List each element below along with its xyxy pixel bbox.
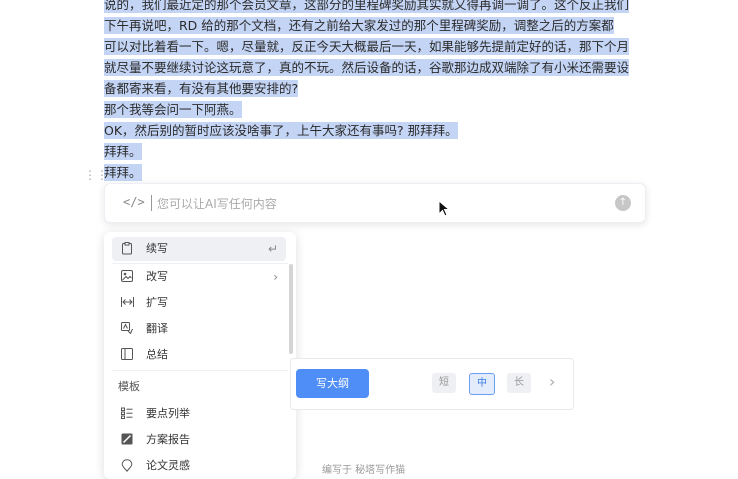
ai-prompt-bar: </> ↑ [104, 183, 646, 223]
menu-item-label: 改写 [146, 270, 168, 283]
ai-prompt-input[interactable] [155, 192, 599, 216]
chevron-right-icon: › [273, 270, 278, 284]
highlighted-text: 下午再说吧，RD 给的那个文档，还有之前给大家发过的那个里程碑奖励，调整之后的方… [104, 17, 614, 34]
text-caret [151, 195, 152, 211]
footer-credit: 编写于 秘塔写作猫 [322, 465, 406, 476]
doc-line[interactable]: 拜拜。 [104, 164, 142, 182]
menu-item-report[interactable]: 方案报告 [112, 428, 286, 452]
report-icon [120, 433, 134, 447]
menu-section-title: 模板 [118, 380, 140, 393]
doc-line[interactable]: OK，然后别的暂时应该没啥事了，上午大家还有事吗? 那拜拜。 [104, 122, 458, 140]
doc-line[interactable]: 下午再说吧，RD 给的那个文档，还有之前给大家发过的那个里程碑奖励，调整之后的方… [104, 17, 614, 35]
clipboard-icon [120, 242, 134, 256]
enter-icon: ↵ [267, 242, 278, 256]
menu-item-label: 方案报告 [146, 433, 190, 446]
highlighted-text: 拜拜。 [104, 164, 142, 181]
menu-item-label: 续写 [146, 242, 168, 255]
menu-divider [112, 263, 288, 264]
doc-line[interactable]: 说的，我们最近定的那个会员文章，这部分的里程碑奖励其实就又得再调一调了。这个反正… [104, 0, 630, 14]
menu-item-expand[interactable]: 扩写 [112, 291, 286, 315]
translate-icon [120, 322, 134, 336]
length-short-button[interactable]: 短 [432, 373, 456, 393]
menu-item-label: 翻译 [146, 322, 168, 335]
menu-scrollbar[interactable] [289, 264, 293, 354]
doc-line[interactable]: 那个我等会问一下阿燕。 [104, 101, 242, 119]
highlighted-text: 拜拜。 [104, 143, 142, 160]
menu-item-continue[interactable]: 续写 ↵ [112, 237, 286, 261]
length-medium-button[interactable]: 中 [469, 373, 495, 395]
send-icon[interactable]: ↑ [615, 195, 631, 211]
mouse-cursor-icon [438, 200, 451, 217]
length-long-button[interactable]: 长 [507, 373, 531, 393]
menu-divider [112, 370, 288, 371]
menu-item-label: 要点列举 [146, 407, 190, 420]
chevron-right-icon[interactable]: › [549, 372, 555, 391]
highlighted-text: OK，然后别的暂时应该没啥事了，上午大家还有事吗? 那拜拜。 [104, 122, 458, 139]
drag-handle-icon[interactable]: ⋮⋮ [84, 168, 108, 182]
menu-item-label: 扩写 [146, 296, 168, 309]
list-icon [120, 407, 134, 421]
menu-item-label: 总结 [146, 348, 168, 361]
write-outline-button[interactable]: 写大纲 [296, 369, 369, 398]
summary-icon [120, 348, 134, 362]
doc-line[interactable]: 拜拜。 [104, 143, 142, 161]
doc-line[interactable]: 备都寄来看，有没有其他要安排的? [104, 80, 299, 98]
menu-item-rewrite[interactable]: 改写 › [112, 265, 286, 289]
highlighted-text: 可以对比着看一下。嗯，尽量就，反正今天大概最后一天，如果能够先提前定好的话，那下… [104, 38, 630, 55]
menu-item-label: 论文灵感 [146, 459, 190, 472]
menu-item-translate[interactable]: 翻译 [112, 317, 286, 341]
doc-line[interactable]: 可以对比着看一下。嗯，尽量就，反正今天大概最后一天，如果能够先提前定好的话，那下… [104, 38, 630, 56]
highlighted-text: 就尽量不要继续讨论这玩意了，真的不玩。然后设备的话，谷歌那边成双端除了有小米还需… [104, 59, 630, 76]
highlighted-text: 说的，我们最近定的那个会员文章，这部分的里程碑奖励其实就又得再调一调了。这个反正… [104, 0, 630, 13]
menu-item-key-points[interactable]: 要点列举 [112, 402, 286, 426]
highlighted-text: 那个我等会问一下阿燕。 [104, 101, 242, 118]
image-edit-icon [120, 270, 134, 284]
expand-icon [120, 296, 134, 310]
highlighted-text: 备都寄来看，有没有其他要安排的? [104, 80, 299, 97]
code-icon: </> [123, 195, 145, 209]
doc-line[interactable]: 就尽量不要继续讨论这玩意了，真的不玩。然后设备的话，谷歌那边成双端除了有小米还需… [104, 59, 630, 77]
ai-action-menu: 续写 ↵ 改写 › 扩写 翻译 总结 模板 要点列举 方案报告 论文灵感 [104, 232, 296, 479]
menu-item-paper-ideas[interactable]: 论文灵感 [112, 454, 286, 478]
bulb-icon [120, 459, 134, 473]
menu-item-summary[interactable]: 总结 [112, 343, 286, 367]
